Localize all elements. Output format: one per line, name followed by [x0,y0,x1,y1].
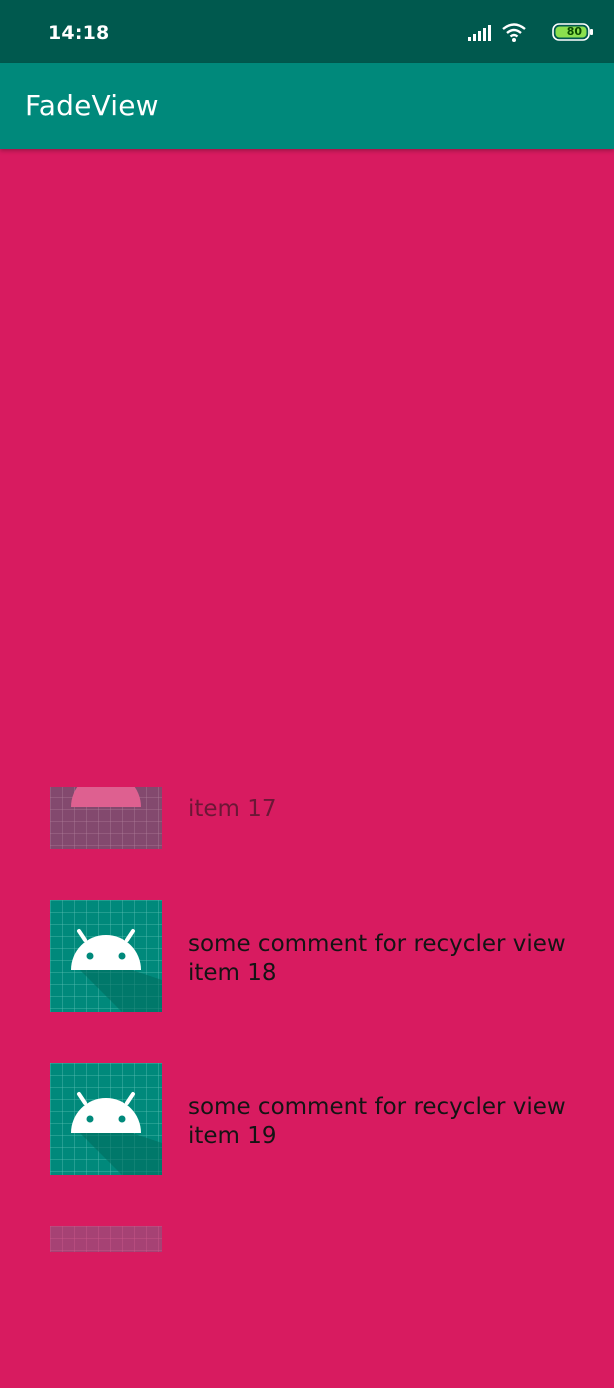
android-thumbnail-icon [50,787,162,849]
wifi-icon [502,23,526,42]
app-title: FadeView [25,89,159,122]
app-bar: FadeView [0,63,614,149]
signal-icon [468,25,491,41]
android-thumbnail-icon [50,900,162,1012]
list-item-text: some comment for recycler view item 19 [188,1094,566,1149]
list-item[interactable]: some comment for recycler view item 19 [0,1063,614,1225]
list-item[interactable]: item 17 [0,737,614,899]
list-item-text: some comment for recycler view item 18 [188,931,566,986]
android-thumbnail-icon [50,1226,162,1252]
battery-level: 80 [566,25,582,38]
list-item[interactable] [0,1226,614,1388]
status-bar: 14:18 80 [0,0,614,63]
list-item[interactable]: some comment for recycler view item 18 [0,900,614,1062]
android-thumbnail-icon [50,1063,162,1175]
recycler-list[interactable]: item 17 some comment for recycler view i… [0,149,614,1280]
list-item-text: item 17 [188,796,277,822]
status-time: 14:18 [48,22,110,44]
